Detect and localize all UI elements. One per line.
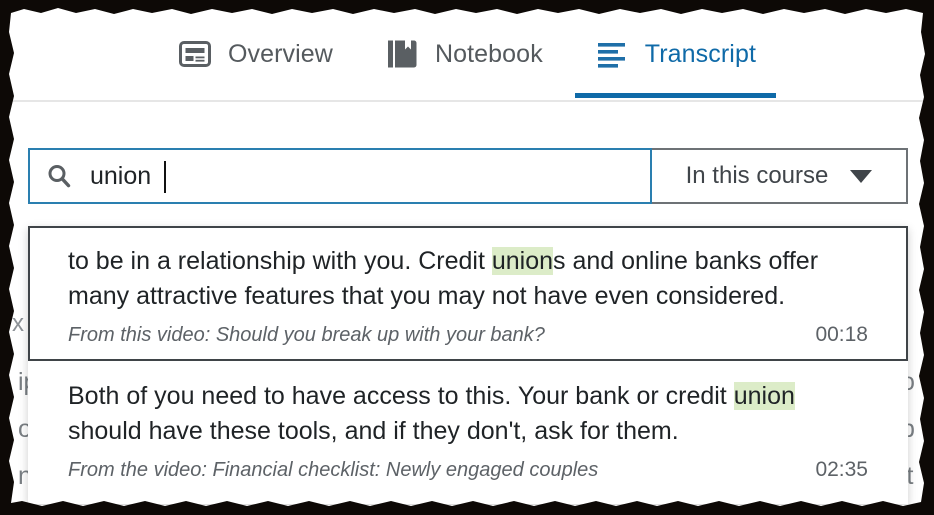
result-text-after: should have these tools, and if they don… — [68, 416, 679, 445]
result-highlight: union — [733, 382, 795, 410]
search-icon — [46, 163, 72, 189]
tab-overview-label: Overview — [227, 39, 333, 68]
search-result-meta: From the video: Financial checklist: New… — [68, 458, 868, 482]
search-result-meta: From this video: Should you break up wit… — [68, 323, 868, 347]
search-result-text: Both of you need to have access to this.… — [68, 379, 868, 448]
tab-notebook[interactable]: Notebook — [359, 10, 569, 98]
text-cursor — [164, 161, 166, 193]
transcript-icon — [595, 37, 629, 71]
tab-overview[interactable]: Overview — [152, 10, 359, 98]
search-result-item[interactable]: to be in a relationship with you. Credit… — [28, 226, 908, 361]
search-result-item[interactable]: Both of you need to have access to this.… — [28, 361, 908, 496]
tab-notebook-label: Notebook — [434, 39, 543, 68]
search-result-source: From the video: Financial checklist: New… — [68, 459, 599, 481]
search-results-dropdown: to be in a relationship with you. Credit… — [28, 226, 908, 504]
article-icon — [178, 37, 212, 71]
result-highlight: union — [491, 247, 554, 275]
search-result-source: From this video: Should you break up wit… — [68, 324, 545, 346]
search-scope-dropdown[interactable]: In this course — [652, 148, 908, 204]
tab-transcript-label: Transcript — [644, 39, 757, 68]
tab-transcript[interactable]: Transcript — [569, 10, 782, 98]
transcript-search-row: In this course — [28, 148, 908, 204]
search-field-wrapper[interactable] — [28, 148, 652, 204]
notebook-icon — [385, 37, 419, 71]
tab-transcript-underline — [574, 93, 777, 98]
search-input[interactable] — [90, 161, 650, 191]
search-result-timestamp: 00:18 — [815, 323, 868, 346]
search-result-timestamp: 02:35 — [815, 458, 868, 481]
background-mark: x — [12, 310, 24, 337]
result-text-before: to be in a relationship with you. Credit — [68, 247, 492, 275]
search-scope-label: In this course — [685, 162, 829, 189]
search-result-text: to be in a relationship with you. Credit… — [68, 244, 868, 313]
tab-bar: Overview Notebook Transcript — [10, 10, 924, 102]
result-text-before: Both of you need to have access to this.… — [68, 382, 734, 410]
course-player-panel: Overview Notebook Transcript x union In … — [10, 10, 924, 505]
screenshot-root: Overview Notebook Transcript x union In … — [0, 0, 934, 515]
chevron-down-icon — [850, 169, 873, 183]
